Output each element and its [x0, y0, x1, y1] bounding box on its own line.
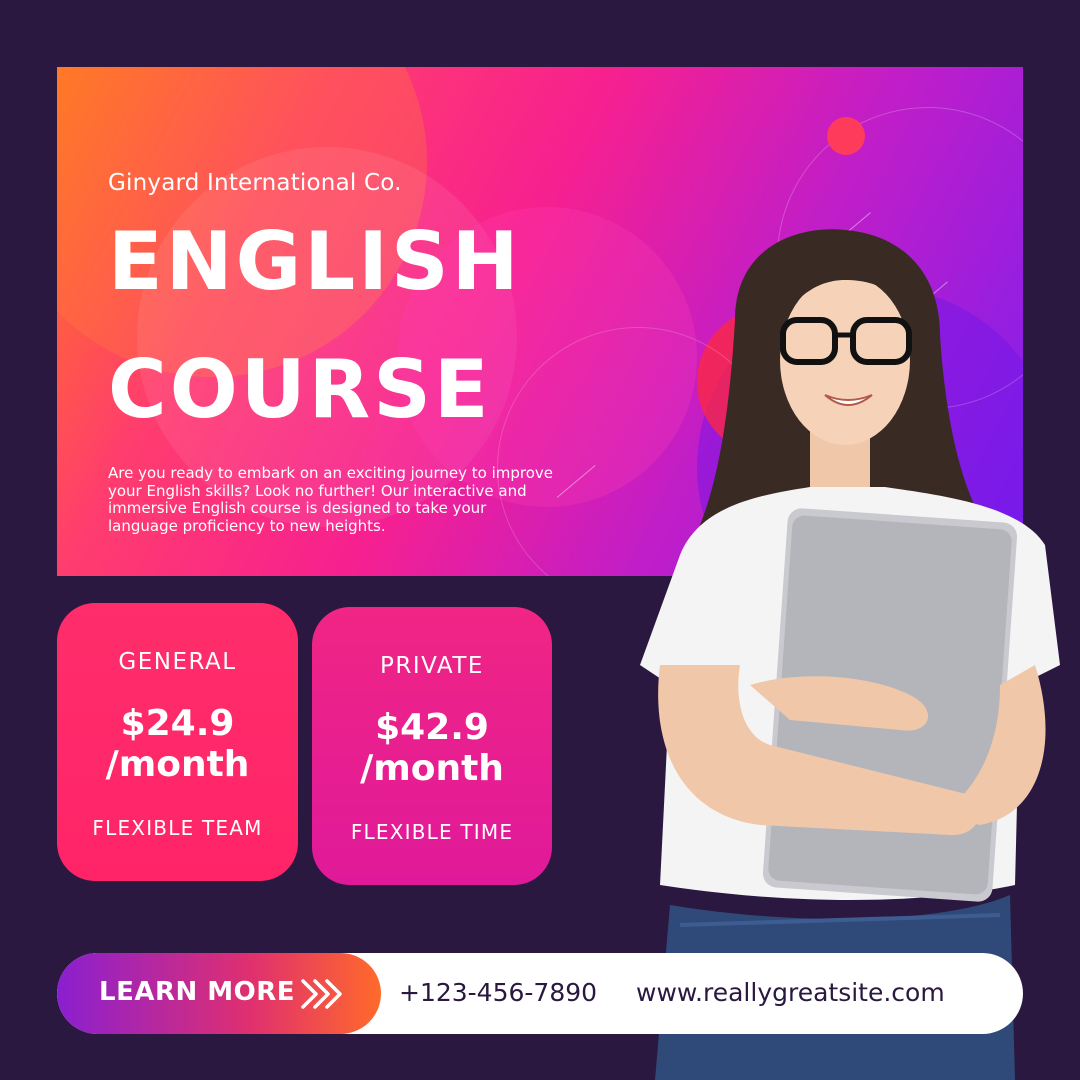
plan-price: $42.9 /month	[312, 707, 552, 790]
website-link[interactable]: www.reallygreatsite.com	[636, 978, 945, 1007]
decorative-dot	[827, 117, 865, 155]
plan-card-private[interactable]: PRIVATE $42.9 /month FLEXIBLE TIME	[312, 607, 552, 885]
plan-feature: FLEXIBLE TEAM	[92, 816, 263, 840]
plan-price-period: /month	[105, 744, 250, 786]
plan-price-period: /month	[360, 748, 504, 790]
learn-more-label: LEARN MORE	[99, 977, 296, 1007]
plan-feature: FLEXIBLE TIME	[350, 820, 514, 844]
double-chevron-right-icon	[301, 979, 342, 1009]
student-photo	[640, 229, 1060, 1080]
plan-price-amount: $24.9	[120, 703, 235, 744]
company-name: Ginyard International Co.	[108, 170, 402, 196]
plan-price-amount: $42.9	[375, 707, 489, 748]
plan-title: PRIVATE	[380, 653, 484, 679]
course-description: Are you ready to embark on an exciting j…	[108, 464, 553, 536]
plan-card-general[interactable]: GENERAL $24.9 /month FLEXIBLE TEAM	[57, 603, 298, 881]
plan-price: $24.9 /month	[57, 703, 298, 786]
learn-more-button[interactable]: LEARN MORE	[57, 953, 381, 1034]
headline-course: COURSE	[108, 343, 492, 436]
phone-number[interactable]: +123-456-7890	[399, 978, 597, 1007]
headline-english: ENGLISH	[108, 215, 522, 308]
plan-title: GENERAL	[118, 649, 237, 675]
